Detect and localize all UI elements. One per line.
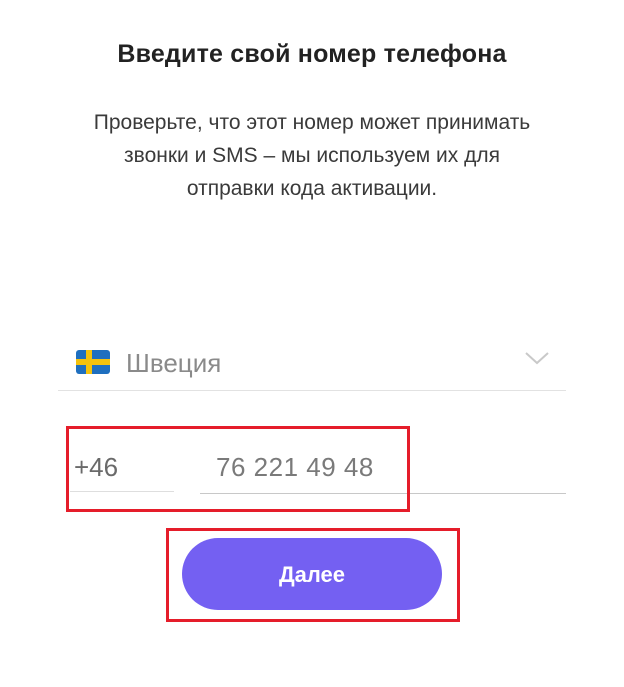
country-selector[interactable]: Швеция (58, 336, 566, 391)
next-button[interactable]: Далее (182, 538, 442, 610)
sweden-flag-icon (76, 350, 110, 374)
chevron-down-icon[interactable] (524, 348, 550, 368)
country-name: Швеция (126, 348, 222, 378)
phone-highlight-box (66, 426, 410, 512)
page-title: Введите свой номер телефона (117, 40, 507, 68)
page-subtitle: Проверьте, что этот номер может принимат… (93, 111, 531, 200)
